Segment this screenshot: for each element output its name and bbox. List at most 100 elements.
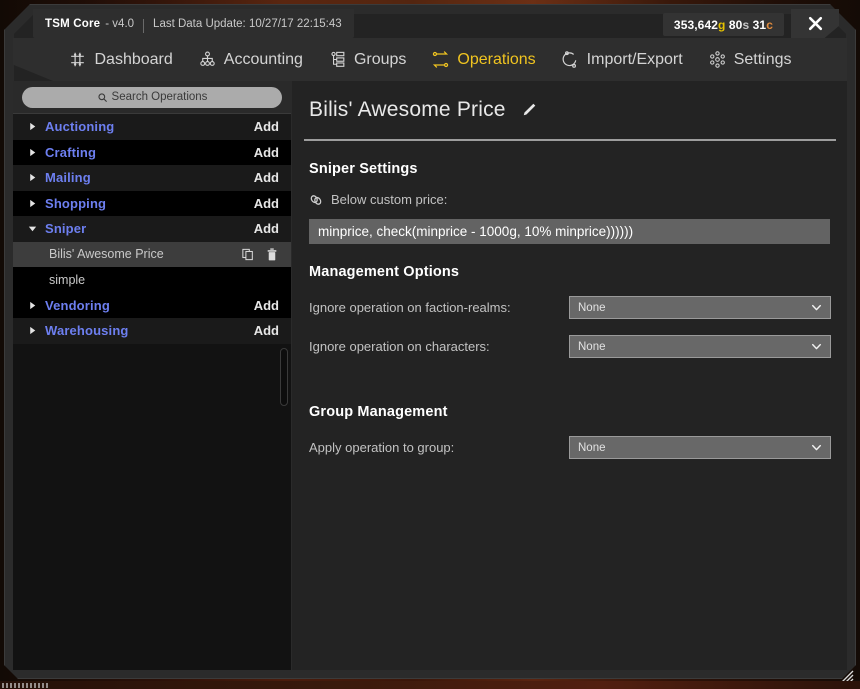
nav-item-dashboard[interactable]: Dashboard [66, 48, 174, 71]
main-scrollbar[interactable] [839, 81, 845, 670]
gold-amount: 353,642 [673, 17, 718, 32]
desktop-taskbar-peek [0, 681, 860, 689]
title-plate: TSM Core - v4.0 Last Data Update: 10/27/… [33, 9, 354, 38]
row-actions [241, 247, 279, 262]
add-operation-button[interactable]: Add [254, 170, 279, 185]
app-version: - v4.0 [105, 17, 135, 30]
delete-icon[interactable] [265, 247, 279, 262]
apply-to-group-dropdown[interactable]: None [569, 436, 831, 459]
sidebar-category-sniper[interactable]: Sniper Add [13, 216, 291, 242]
nav-label-groups: Groups [353, 50, 407, 68]
field-ignore-characters: Ignore operation on characters: None [309, 335, 833, 358]
operations-icon [433, 51, 449, 68]
section-heading-group-management: Group Management [309, 404, 448, 420]
dashboard-icon [71, 52, 85, 67]
chevron-right-icon [30, 199, 36, 207]
close-button[interactable] [791, 9, 839, 38]
silver-amount: 80 [728, 17, 743, 32]
sidebar-operation-bilis-awesome-price[interactable]: Bilis' Awesome Price [13, 241, 291, 267]
sidebar-category-warehousing[interactable]: Warehousing Add [13, 318, 291, 344]
add-operation-button[interactable]: Add [254, 221, 279, 236]
silver-unit-icon: s [742, 17, 750, 32]
nav-item-accounting[interactable]: Accounting [196, 48, 305, 71]
add-operation-button[interactable]: Add [254, 196, 279, 211]
chevron-down-icon [812, 343, 821, 350]
field-label: Ignore operation on faction-realms: [309, 300, 511, 315]
nav-item-groups[interactable]: Groups [326, 48, 408, 71]
below-custom-price-row: Below custom price: [309, 192, 833, 207]
money-display: 353,642 g 80 s 31 c [662, 13, 784, 36]
operations-sidebar: Search Operations Auctioning Add Craftin… [13, 81, 292, 670]
nav-label-import-export: Import/Export [586, 50, 683, 68]
title-divider [143, 18, 145, 33]
nav-label-operations: Operations [457, 50, 536, 68]
gold-unit-icon: g [718, 17, 726, 32]
chevron-right-icon [30, 174, 36, 182]
add-operation-button[interactable]: Add [254, 323, 279, 338]
copper-amount: 31 [752, 17, 767, 32]
add-operation-button[interactable]: Add [254, 119, 279, 134]
chevron-right-icon [30, 148, 36, 156]
nav-item-import-export[interactable]: Import/Export [559, 48, 685, 71]
chevron-down-icon [28, 226, 37, 232]
sidebar-category-crafting[interactable]: Crafting Add [13, 139, 291, 165]
title-bar: TSM Core - v4.0 Last Data Update: 10/27/… [13, 9, 847, 38]
section-heading-sniper-settings: Sniper Settings [309, 161, 418, 177]
sidebar-operation-simple[interactable]: simple [13, 267, 291, 293]
search-placeholder: Search Operations [111, 91, 208, 103]
custom-price-value: minprice, check(minprice - 1000g, 10% mi… [318, 224, 634, 239]
operations-list: Auctioning Add Crafting Add Mailing Add … [13, 114, 291, 670]
sidebar-category-vendoring[interactable]: Vendoring Add [13, 292, 291, 318]
pencil-icon[interactable] [520, 101, 538, 119]
search-icon [97, 92, 107, 102]
below-custom-price-label: Below custom price: [331, 192, 448, 207]
duplicate-icon[interactable] [241, 247, 255, 262]
category-label: Crafting [45, 144, 97, 160]
faction-realms-dropdown[interactable]: None [569, 296, 831, 319]
add-operation-button[interactable]: Add [254, 298, 279, 313]
field-apply-to-group: Apply operation to group: None [309, 436, 833, 459]
header-divider [304, 139, 836, 141]
sidebar-category-auctioning[interactable]: Auctioning Add [13, 114, 291, 140]
operation-detail-panel: Bilis' Awesome Price Sniper Settings Bel… [292, 81, 847, 670]
main-navigation: Dashboard Accounting Groups Operations I… [13, 38, 847, 81]
accounting-icon [200, 51, 215, 66]
sidebar-category-mailing[interactable]: Mailing Add [13, 165, 291, 191]
category-label: Mailing [45, 170, 91, 186]
dropdown-value: None [578, 301, 606, 314]
nav-label-settings: Settings [733, 50, 792, 68]
dropdown-value: None [578, 340, 606, 353]
sidebar-scrollbar[interactable] [280, 116, 288, 668]
chevron-right-icon [30, 301, 36, 309]
sidebar-scrollbar-thumb[interactable] [280, 348, 288, 406]
nav-label-accounting: Accounting [223, 50, 303, 68]
custom-price-input[interactable]: minprice, check(minprice - 1000g, 10% mi… [309, 219, 830, 244]
dropdown-value: None [578, 441, 606, 454]
chevron-down-icon [812, 444, 821, 451]
operation-header: Bilis' Awesome Price [292, 81, 847, 139]
copper-unit-icon: c [766, 17, 773, 32]
sidebar-category-shopping[interactable]: Shopping Add [13, 190, 291, 216]
search-input[interactable]: Search Operations [22, 86, 282, 108]
add-operation-button[interactable]: Add [254, 145, 279, 160]
app-name: TSM Core [45, 17, 101, 30]
chevron-right-icon [30, 123, 36, 131]
category-label: Vendoring [45, 297, 110, 313]
category-label: Shopping [45, 195, 107, 211]
nav-item-settings[interactable]: Settings [706, 48, 794, 71]
last-data-update: Last Data Update: 10/27/17 22:15:43 [153, 17, 342, 30]
field-ignore-faction-realms: Ignore operation on faction-realms: None [309, 296, 833, 319]
operation-label: simple [49, 272, 86, 287]
category-label: Warehousing [45, 323, 129, 339]
link-icon[interactable] [309, 193, 323, 207]
characters-dropdown[interactable]: None [569, 335, 831, 358]
category-label: Auctioning [45, 119, 115, 135]
operation-label: Bilis' Awesome Price [49, 247, 164, 262]
search-bar-container: Search Operations [13, 81, 291, 114]
nav-item-operations[interactable]: Operations [429, 48, 537, 71]
section-heading-management-options: Management Options [309, 264, 460, 280]
sniper-settings-section: Sniper Settings Below custom price: minp… [292, 161, 847, 459]
category-label: Sniper [45, 221, 87, 237]
chevron-down-icon [812, 304, 821, 311]
